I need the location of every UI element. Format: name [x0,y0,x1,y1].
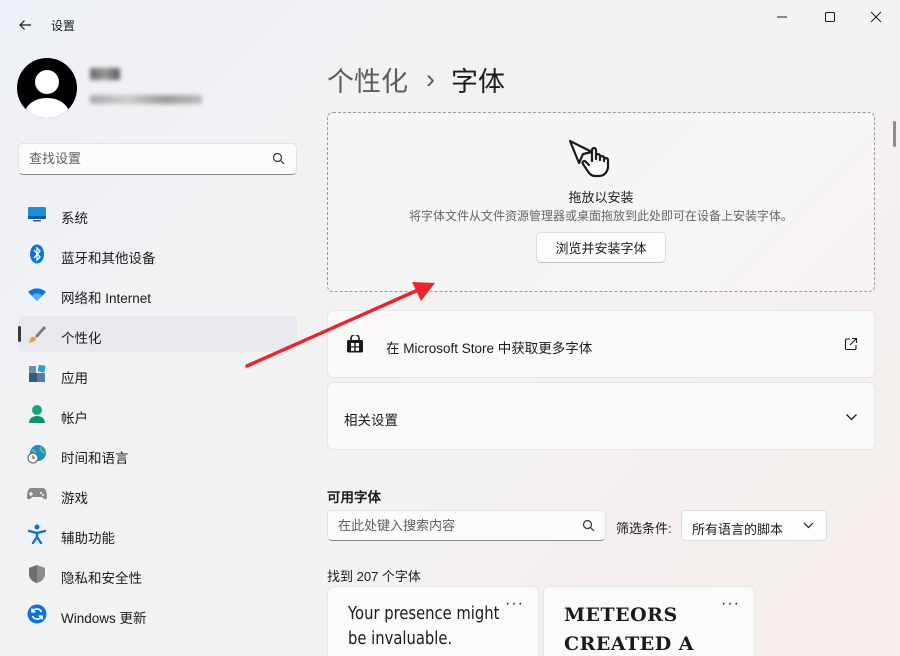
chevron-down-icon[interactable] [845,412,858,422]
back-button[interactable] [12,12,38,38]
font-search-input[interactable] [338,518,568,533]
search-icon[interactable] [272,152,285,165]
sidebar-item-gaming[interactable]: 游戏 [18,476,297,512]
user-silhouette-icon [23,70,71,118]
settings-search-input[interactable] [29,151,259,166]
breadcrumb-parent[interactable]: 个性化 [327,60,408,99]
user-name-blurred [90,68,120,80]
page-title: 字体 [451,67,505,97]
sidebar-item-privacy[interactable]: 隐私和安全性 [18,556,297,592]
title-bar: 设置 [0,0,900,40]
filter-selected-value: 所有语言的脚本 [692,522,784,537]
update-icon [26,604,48,624]
language-filter-dropdown[interactable]: 所有语言的脚本 [681,510,827,541]
font-search-box[interactable] [327,510,606,541]
minimize-icon [777,16,787,18]
breadcrumb-separator: › [426,64,435,94]
breadcrumb: 个性化 › 字体 [327,60,505,99]
sidebar-item-system[interactable]: 系统 [18,196,297,232]
sidebar-item-label: 蓝牙和其他设备 [61,251,156,266]
settings-search-box[interactable] [18,143,297,175]
open-external-icon [844,337,858,351]
sidebar-item-personalization[interactable]: 个性化 [18,316,297,352]
sidebar-item-time-language[interactable]: 时间和语言 [18,436,297,472]
sidebar-item-accounts[interactable]: 帐户 [18,396,297,432]
related-settings-card[interactable]: 相关设置 [327,382,875,450]
related-settings-label: 相关设置 [344,413,398,428]
sidebar-item-label: 时间和语言 [61,451,129,466]
apps-icon [26,364,48,384]
more-options-icon[interactable]: ··· [721,596,740,612]
scrollbar-thumb[interactable] [893,121,896,147]
avatar[interactable] [17,58,77,118]
font-card[interactable]: Your presence might be invaluable. ··· [327,586,539,656]
browse-install-fonts-button[interactable]: 浏览并安装字体 [536,232,666,263]
sidebar-item-label: 帐户 [61,411,88,426]
filter-label: 筛选条件: [616,521,672,536]
sidebar-item-label: 应用 [61,371,88,386]
store-icon [347,335,363,353]
microsoft-store-fonts-card[interactable]: 在 Microsoft Store 中获取更多字体 [327,310,875,378]
sidebar-item-label: 隐私和安全性 [61,571,142,586]
brush-icon [26,324,48,344]
chevron-down-icon [803,522,814,529]
gamepad-icon [26,484,48,504]
sidebar-item-bluetooth[interactable]: 蓝牙和其他设备 [18,236,297,272]
sidebar-item-windows-update[interactable]: Windows 更新 [18,596,297,632]
font-sample-text: Your presence might be invaluable. [348,603,500,649]
close-icon [870,11,882,23]
font-card[interactable]: METEORS CREATED A ··· [543,586,755,656]
store-card-label: 在 Microsoft Store 中获取更多字体 [386,341,593,356]
sidebar: 系统 蓝牙和其他设备 网络和 Internet 个性化 应用 [0,40,310,656]
sidebar-item-accessibility[interactable]: 辅助功能 [18,516,297,552]
font-sample-text: METEORS CREATED A [564,604,695,655]
close-button[interactable] [854,6,898,28]
sidebar-item-apps[interactable]: 应用 [18,356,297,392]
sidebar-item-label: 辅助功能 [61,531,115,546]
sidebar-item-label: Windows 更新 [61,611,147,626]
sidebar-item-label: 个性化 [61,331,102,346]
sidebar-item-label: 网络和 Internet [61,291,152,306]
fonts-found-count: 找到 207 个字体 [327,569,421,584]
sidebar-item-label: 游戏 [61,491,88,506]
bluetooth-icon [26,244,48,264]
shield-icon [26,564,48,584]
font-drop-zone[interactable]: 拖放以安装 将字体文件从文件资源管理器或桌面拖放到此处即可在设备上安装字体。 浏… [327,112,875,292]
accessibility-icon [26,524,48,544]
drop-zone-title: 拖放以安装 [568,190,634,205]
minimize-button[interactable] [760,6,804,28]
available-fonts-title: 可用字体 [327,490,381,505]
wifi-icon [26,284,48,304]
maximize-icon [825,12,835,22]
system-monitor-icon [26,204,48,224]
globe-clock-icon [26,444,48,464]
sidebar-item-label: 系统 [61,211,88,226]
sidebar-item-network[interactable]: 网络和 Internet [18,276,297,312]
back-arrow-icon [19,20,31,30]
more-options-icon[interactable]: ··· [505,596,524,612]
drop-zone-description: 将字体文件从文件资源管理器或桌面拖放到此处即可在设备上安装字体。 [408,209,793,223]
drag-hand-icon [568,139,610,178]
search-icon[interactable] [582,519,595,532]
maximize-button[interactable] [808,6,852,28]
sidebar-nav: 系统 蓝牙和其他设备 网络和 Internet 个性化 应用 帐户 时间和语言 … [18,196,297,636]
account-icon [26,404,48,424]
user-email-blurred [90,95,202,104]
app-title: 设置 [51,19,76,33]
